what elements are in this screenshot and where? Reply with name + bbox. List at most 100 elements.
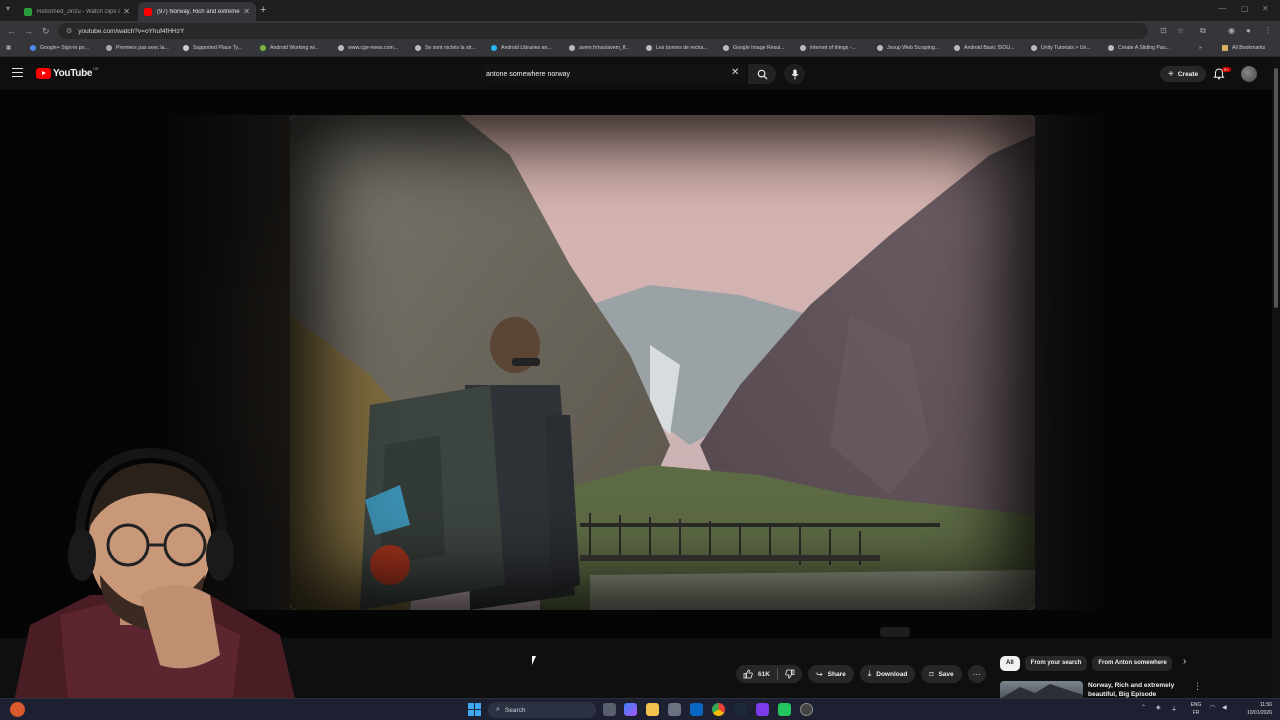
menu-kebab-icon[interactable]: ⋮ <box>1264 26 1272 35</box>
search-icon: ⌕ <box>496 706 500 713</box>
chrome-icon[interactable] <box>712 703 725 716</box>
mouse-cursor-icon <box>532 656 540 665</box>
play-app-icon[interactable] <box>778 703 791 716</box>
more-actions-icon[interactable]: ⋯ <box>967 665 986 683</box>
tray-overflow-icon[interactable]: ⌃ <box>1141 704 1146 711</box>
close-icon[interactable]: ✕ <box>123 7 130 16</box>
bookmark-item[interactable]: Supported Place Ty... <box>183 45 242 51</box>
bookmark-star-icon[interactable]: ☆ <box>1177 26 1184 35</box>
bookmark-item[interactable]: avem.fr/nss/avem_fl... <box>569 45 630 51</box>
file-explorer-icon[interactable] <box>646 703 659 716</box>
dislike-button[interactable] <box>778 665 802 683</box>
obs-icon[interactable] <box>800 703 813 716</box>
minimize-icon[interactable]: — <box>1218 4 1226 13</box>
search-button[interactable] <box>748 64 776 84</box>
tab-title: (97) Norway, Rich and extreme <box>157 8 240 15</box>
like-dislike-group: 61K <box>736 665 802 683</box>
profile-icon[interactable]: ◉ <box>1228 26 1235 35</box>
bookmark-item[interactable]: Android Basic ISOU... <box>954 45 1014 51</box>
bookmark-item[interactable]: Google+ Sign-in po... <box>30 45 89 51</box>
video-frame[interactable] <box>290 115 1035 610</box>
extensions-icon[interactable]: ⧉ <box>1200 26 1206 36</box>
bookmark-item[interactable]: Android Working wi... <box>260 45 319 51</box>
steam-icon[interactable] <box>734 703 747 716</box>
share-arrow-icon: ↪ <box>815 669 823 679</box>
like-button[interactable]: 61K <box>736 665 777 683</box>
hamburger-menu-icon[interactable] <box>12 68 23 77</box>
clear-search-icon[interactable]: ✕ <box>731 67 739 78</box>
discord-icon[interactable] <box>756 703 769 716</box>
bookmark-item[interactable]: Android Libraries an... <box>491 45 552 51</box>
back-icon[interactable]: ← <box>7 26 16 36</box>
tray-usb-icon[interactable]: ⏚ <box>1171 704 1177 713</box>
chip-all[interactable]: All <box>1000 655 1020 671</box>
recommendation-title[interactable]: Norway, Rich and extremely beautiful, Bi… <box>1088 682 1188 699</box>
reload-icon[interactable]: ↻ <box>42 26 50 37</box>
bookmark-item[interactable]: internet of things -... <box>800 45 856 51</box>
install-app-icon[interactable]: ⊡ <box>1160 26 1167 35</box>
chip-from-your-search[interactable]: From your search <box>1024 655 1088 671</box>
task-view-icon[interactable] <box>603 703 616 716</box>
bookmark-item[interactable]: Les bornes de recha... <box>646 45 708 51</box>
windows-taskbar: ⌕ Search ⌃ ◈ ⏚ ENG FR ◠ ◀ 11:56 10/01/20… <box>0 698 1280 720</box>
system-clock[interactable]: 11:56 10/01/2026 <box>1236 701 1272 717</box>
bookmark-item[interactable]: Unity Tutorials > Un... <box>1031 45 1091 51</box>
save-button[interactable]: ⌑ Save <box>921 665 962 683</box>
search-input[interactable]: antone somewhere norway <box>480 64 746 84</box>
notification-count-badge: 9+ <box>1222 67 1231 72</box>
volume-icon[interactable]: ◀ <box>1222 704 1227 711</box>
chevron-right-icon[interactable]: › <box>1183 656 1186 667</box>
voice-search-button[interactable] <box>784 64 805 84</box>
download-button[interactable]: ⤓ Download <box>859 665 916 683</box>
maximize-icon[interactable]: ▢ <box>1241 4 1249 13</box>
recommendation-menu-icon[interactable]: ⋮ <box>1193 681 1202 692</box>
search-query: antone somewhere norway <box>486 70 571 78</box>
bookmark-icon: ⌑ <box>929 669 934 679</box>
store-icon[interactable] <box>668 703 681 716</box>
tab-title: Reformed_Jinzu - Watch clips o <box>37 8 121 15</box>
page-scrollbar[interactable] <box>1272 58 1280 698</box>
account-icon[interactable]: ● <box>1246 26 1251 35</box>
chip-from-anton-somewhere[interactable]: From Anton somewhere <box>1092 655 1173 671</box>
bookmark-item[interactable]: Jsoup Web Scraping... <box>877 45 939 51</box>
bookmark-item[interactable]: Premiers pas avec la... <box>106 45 169 51</box>
share-button[interactable]: ↪ Share <box>807 665 854 683</box>
language-indicator[interactable]: ENG FR <box>1188 701 1204 717</box>
weather-widget-icon[interactable] <box>10 702 25 717</box>
clock-time: 11:56 <box>1259 702 1272 708</box>
download-label: Download <box>876 670 908 678</box>
bookmark-item[interactable]: Create A Sliding Pau... <box>1108 45 1170 51</box>
microphone-icon <box>791 69 798 79</box>
url-text: youtube.com/watch?v=oYhuf4fHHzY <box>78 27 185 35</box>
like-count: 61K <box>758 670 770 678</box>
tab-reformed-jinzu[interactable]: Reformed_Jinzu - Watch clips o ✕ <box>18 2 136 21</box>
url-field[interactable]: ⚙ youtube.com/watch?v=oYhuf4fHHzY <box>58 23 1148 39</box>
avatar[interactable] <box>1241 66 1257 82</box>
recommendation-thumbnail[interactable] <box>1000 681 1083 699</box>
forward-icon[interactable]: → <box>24 26 33 36</box>
close-icon[interactable]: ✕ <box>243 7 250 16</box>
bookmark-item[interactable]: Se sont nichés la str... <box>415 45 476 51</box>
all-bookmarks-folder[interactable]: All Bookmarks <box>1222 45 1265 51</box>
clock-date: 10/01/2026 <box>1246 710 1272 716</box>
tab-youtube-norway[interactable]: (97) Norway, Rich and extreme ✕ <box>138 2 256 21</box>
copilot-icon[interactable] <box>624 703 637 716</box>
taskbar-search-input[interactable]: ⌕ Search <box>488 702 596 718</box>
new-tab-icon[interactable]: + <box>260 4 266 16</box>
player-control-hint <box>880 627 910 637</box>
kick-favicon-icon <box>24 7 32 16</box>
tab-search-icon[interactable]: ▾ <box>6 4 10 13</box>
bookmark-item[interactable]: Google Image Resul... <box>723 45 785 51</box>
bookmark-item[interactable]: www.cge-news.com... <box>338 45 398 51</box>
close-window-icon[interactable]: ✕ <box>1262 4 1269 13</box>
create-button[interactable]: + Create <box>1160 66 1207 82</box>
wifi-icon[interactable]: ◠ <box>1210 704 1215 711</box>
apps-grid-icon[interactable]: ▦ <box>6 45 11 51</box>
youtube-logo[interactable]: YouTube DE <box>36 66 99 79</box>
scrollbar-thumb[interactable] <box>1274 68 1278 308</box>
outlook-icon[interactable] <box>690 703 703 716</box>
windows-start-icon[interactable] <box>468 703 481 716</box>
site-info-icon[interactable]: ⚙ <box>66 27 72 35</box>
tray-app-icon[interactable]: ◈ <box>1156 704 1161 711</box>
more-bookmarks-icon[interactable]: » <box>1199 45 1202 51</box>
